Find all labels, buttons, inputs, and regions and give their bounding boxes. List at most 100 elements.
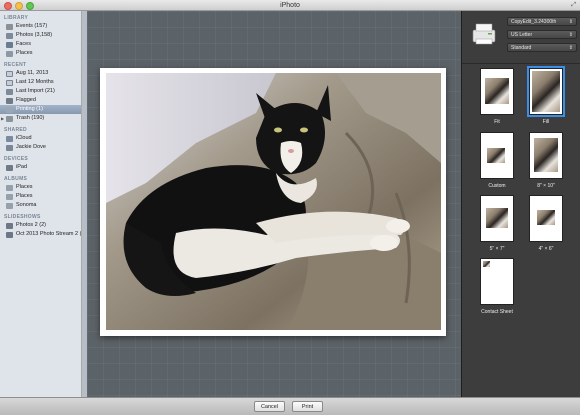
sidebar-item-label: Last 12 Months	[16, 79, 54, 85]
sidebar-item-label: Events (157)	[16, 23, 48, 29]
slideshow-icon	[6, 231, 13, 238]
theme-4x6-preview	[529, 195, 563, 242]
sidebar-item-last-import[interactable]: Last Import (21)	[0, 87, 81, 96]
source-list-sidebar: LIBRARY Events (157) Photos (3,158) Face…	[0, 11, 82, 397]
sidebar-item-photos-2[interactable]: Photos 2 (2)	[0, 221, 81, 230]
preset-dropdown[interactable]: Standard ⇕	[507, 43, 577, 52]
theme-custom-preview	[480, 132, 514, 179]
theme-label: Custom	[488, 183, 506, 189]
theme-fit[interactable]: Fit	[477, 68, 517, 128]
theme-contact-sheet-preview	[480, 258, 514, 305]
bottom-toolbar: Cancel Print	[0, 397, 580, 415]
section-header-albums: ALBUMS	[4, 176, 28, 182]
dropdown-arrows-icon: ⇕	[568, 32, 573, 38]
sidebar-item-album-sonoma[interactable]: Sonoma	[0, 201, 81, 210]
theme-5x7-preview	[480, 195, 514, 242]
slideshow-icon	[6, 222, 13, 229]
section-header-slideshows: SLIDESHOWS	[4, 214, 41, 220]
cat-photo-image	[106, 73, 441, 330]
ipad-icon	[6, 164, 13, 171]
trash-icon	[6, 115, 13, 122]
sidebar-item-label: Faces	[16, 41, 31, 47]
sidebar-item-flagged[interactable]: Flagged	[0, 96, 81, 105]
sidebar-item-label: Photos (3,158)	[16, 32, 53, 38]
cancel-button[interactable]: Cancel	[254, 401, 285, 412]
theme-8x10[interactable]: 8" × 10"	[526, 132, 566, 192]
dropdown-arrows-icon: ⇕	[568, 19, 573, 25]
sidebar-item-label: iPad	[16, 164, 28, 170]
sidebar-item-label: Trash (190)	[16, 115, 45, 121]
window-title: iPhoto	[280, 2, 300, 9]
theme-fill[interactable]: Fill	[526, 66, 566, 128]
printer-icon	[6, 106, 13, 113]
album-icon	[6, 193, 13, 200]
paper-size-dropdown-value: US Letter	[511, 32, 533, 38]
sidebar-item-jackie-dove[interactable]: Jackie Dove	[0, 143, 81, 152]
sidebar-item-label: Sonoma	[16, 202, 37, 208]
sidebar-item-label: Printing (1)	[16, 106, 43, 112]
printer-dropdown-value: CopyEdit_3.24300th	[511, 19, 557, 25]
album-icon	[6, 202, 13, 209]
print-button[interactable]: Print	[292, 401, 323, 412]
sidebar-item-label: Last Import (21)	[16, 88, 55, 94]
panel-divider	[462, 63, 580, 64]
theme-label: 5" × 7"	[489, 246, 505, 252]
sidebar-item-printing[interactable]: Printing (1)	[0, 105, 81, 114]
preset-dropdown-value: Standard	[511, 45, 532, 51]
places-icon	[6, 50, 13, 57]
sidebar-item-label: Places	[16, 50, 33, 56]
events-icon	[6, 23, 13, 30]
import-icon	[6, 88, 13, 95]
theme-5x7[interactable]: 5" × 7"	[477, 195, 517, 255]
calendar-icon	[6, 70, 13, 77]
sidebar-item-label: Aug 11, 2013	[16, 70, 49, 76]
sidebar-item-events[interactable]: Events (157)	[0, 22, 81, 31]
photos-icon	[6, 32, 13, 39]
theme-4x6[interactable]: 4" × 6"	[526, 195, 566, 255]
theme-label: Contact Sheet	[481, 309, 513, 315]
theme-label: Fill	[542, 119, 550, 125]
flag-icon	[6, 97, 13, 104]
sidebar-item-faces[interactable]: Faces	[0, 40, 81, 49]
sidebar-item-label: Flagged	[16, 97, 36, 103]
paper-size-dropdown[interactable]: US Letter ⇕	[507, 30, 577, 39]
theme-label: 4" × 6"	[538, 246, 554, 252]
calendar-icon	[6, 79, 13, 86]
cat-photo[interactable]	[106, 73, 441, 330]
theme-contact-sheet[interactable]: Contact Sheet	[477, 258, 517, 318]
sidebar-item-album-places-2[interactable]: Places	[0, 192, 81, 201]
sidebar-item-last-12-months[interactable]: Last 12 Months	[0, 78, 81, 87]
theme-label: Fit	[494, 119, 500, 125]
album-icon	[6, 184, 13, 191]
title-bar: iPhoto ⤢	[0, 0, 580, 11]
section-header-recent: RECENT	[4, 62, 27, 68]
theme-fill-preview	[527, 66, 565, 117]
section-header-shared: SHARED	[4, 127, 27, 133]
section-header-devices: DEVICES	[4, 156, 29, 162]
sidebar-item-aug-11[interactable]: Aug 11, 2013	[0, 69, 81, 78]
user-icon	[6, 144, 13, 151]
faces-icon	[6, 41, 13, 48]
printer-dropdown[interactable]: CopyEdit_3.24300th ⇕	[507, 17, 577, 26]
sidebar-item-places[interactable]: Places	[0, 49, 81, 58]
dropdown-arrows-icon: ⇕	[568, 45, 573, 51]
theme-fit-preview	[480, 68, 514, 115]
section-header-library: LIBRARY	[4, 15, 29, 21]
sidebar-item-photos[interactable]: Photos (3,158)	[0, 31, 81, 40]
sidebar-item-icloud[interactable]: iCloud	[0, 134, 81, 143]
theme-8x10-preview	[529, 132, 563, 179]
theme-custom[interactable]: Custom	[477, 132, 517, 192]
disclosure-triangle-icon[interactable]: ▶	[1, 114, 4, 123]
sidebar-item-album-places-1[interactable]: Places	[0, 183, 81, 192]
sidebar-item-photo-stream[interactable]: Oct 2013 Photo Stream 2 (6)	[0, 230, 81, 239]
sidebar-item-ipad[interactable]: iPad	[0, 163, 81, 172]
print-settings-panel: CopyEdit_3.24300th ⇕ US Letter ⇕ Standard ⇕…	[461, 11, 580, 397]
cloud-icon	[6, 135, 13, 142]
sidebar-item-trash[interactable]: ▶ Trash (190)	[0, 114, 81, 123]
sidebar-item-label: iCloud	[16, 135, 32, 141]
fullscreen-icon[interactable]: ⤢	[571, 2, 576, 9]
sidebar-item-label: Jackie Dove	[16, 144, 46, 150]
sidebar-item-label: Photos 2 (2)	[16, 222, 46, 228]
sidebar-item-label: Places	[16, 193, 33, 199]
printer-icon	[472, 23, 496, 45]
